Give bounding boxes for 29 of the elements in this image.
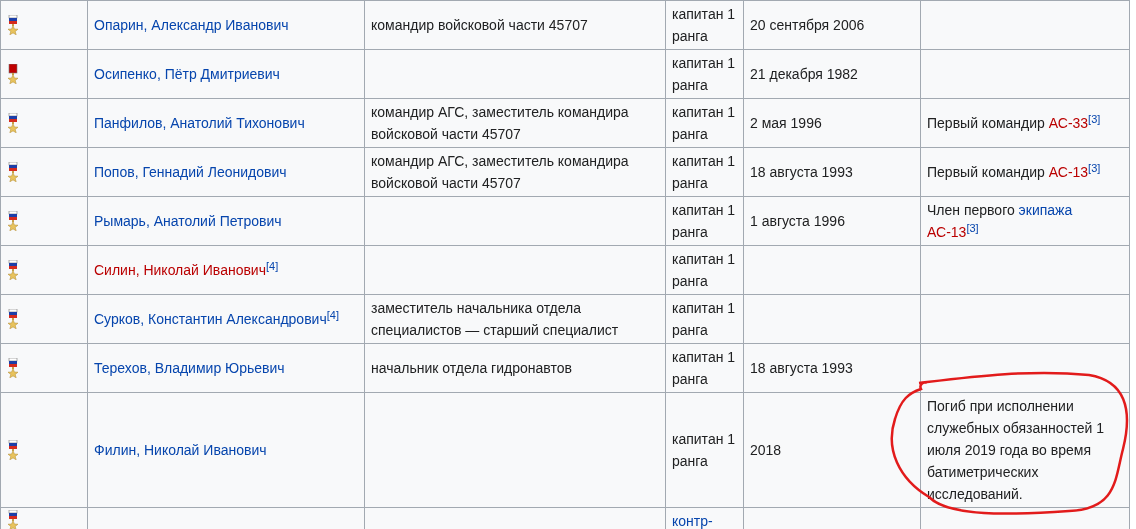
- person-link[interactable]: Филин, Николай Иванович: [94, 442, 267, 458]
- note-text: Первый командир АС-13$^{[3]}$: [927, 164, 1101, 180]
- article-link[interactable]: АС-13: [1048, 164, 1089, 180]
- note-text: Член первого экипажа АС-13$^{[3]}$: [927, 202, 1073, 240]
- date-text: 1 августа 1996: [750, 213, 845, 229]
- reference-link[interactable]: [4]: [266, 259, 279, 272]
- reference-link[interactable]: [3]: [1088, 112, 1101, 125]
- date-text: 2 мая 1996: [750, 115, 822, 131]
- date-text: 20 сентября 2006: [750, 17, 865, 33]
- post-text: заместитель начальника отдела специалистов — старший специалист: [371, 300, 619, 338]
- article-link[interactable]: АС-13: [927, 224, 967, 240]
- post-text: командир АГС, заместитель командира войсковой части 45707: [371, 153, 629, 191]
- article-link[interactable]: АС-33: [1048, 115, 1089, 131]
- person-link[interactable]: Сурков, Константин Александрович: [94, 311, 327, 327]
- rank-text: капитан 1 ранга: [672, 349, 736, 387]
- date-text: 2018: [750, 442, 782, 458]
- date-text: 18 августа 1993: [750, 360, 853, 376]
- note-link[interactable]: экипажа: [1018, 202, 1073, 218]
- reference-link[interactable]: [3]: [1088, 161, 1101, 174]
- post-text: командир войсковой части 45707: [371, 17, 588, 33]
- post-text: начальник отдела гидронавтов: [371, 360, 572, 376]
- rank-text: капитан 1 ранга: [672, 431, 736, 469]
- reference-link[interactable]: [4]: [326, 308, 339, 321]
- person-link[interactable]: Силин, Николай Иванович: [94, 262, 266, 278]
- note-text: Погиб при исполнении служебных обязанностей 1 июля 2019 года во время батиметрических исследований.: [927, 398, 1105, 502]
- reference-link[interactable]: [3]: [966, 221, 979, 234]
- date-text: 18 августа 1993: [750, 164, 853, 180]
- note-text: Первый командир АС-33$^{[3]}$: [927, 115, 1101, 131]
- date-text: 21 декабря 1982: [750, 66, 858, 82]
